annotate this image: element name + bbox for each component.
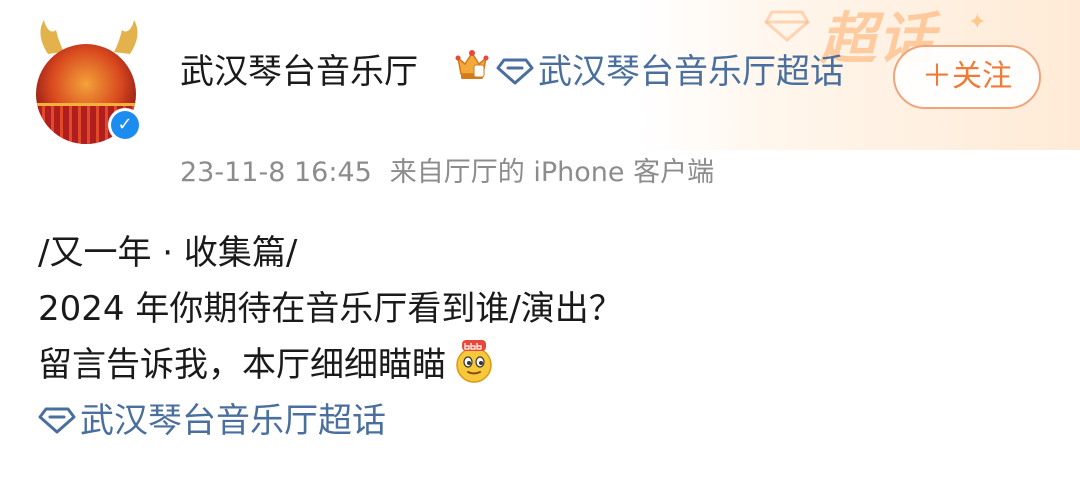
content-text: 留言告诉我，本厅细细瞄瞄 (38, 345, 446, 385)
supertopic-diamond-icon (496, 58, 534, 85)
content-line: /又一年 · 收集篇/ (38, 233, 298, 273)
weibo-post: 超话 ✦ ✓ 武汉琴台音乐厅 武汉琴台音乐厅超话 ＋关注 23-11-8 16:… (0, 0, 1080, 478)
supertopic-diamond-icon (38, 407, 76, 434)
sparkle-icon: ✦ (968, 10, 987, 35)
post-source[interactable]: 来自厅厅的 iPhone 客户端 (390, 157, 714, 188)
vip-crown-icon[interactable] (454, 48, 490, 82)
post-meta: 23-11-8 16:45 来自厅厅的 iPhone 客户端 (180, 150, 714, 189)
content-line: 2024 年你期待在音乐厅看到谁/演出？ (38, 289, 623, 329)
footer-supertopic-link[interactable]: 武汉琴台音乐厅超话 (38, 393, 1038, 449)
follow-button[interactable]: ＋关注 (893, 45, 1041, 109)
post-content: /又一年 · 收集篇/ 2024 年你期待在音乐厅看到谁/演出？ 留言告诉我，本… (38, 225, 1038, 449)
author-name[interactable]: 武汉琴台音乐厅 (180, 44, 418, 93)
post-time: 23-11-8 16:45 (180, 157, 372, 188)
supertopic-label: 武汉琴台音乐厅超话 (538, 52, 844, 92)
verified-badge: ✓ (108, 108, 142, 142)
footer-supertopic-label: 武汉琴台音乐厅超话 (80, 401, 386, 441)
content-line-with-emoji: 留言告诉我，本厅细细瞄瞄 (38, 337, 1038, 393)
banner-diamond-icon (764, 10, 810, 42)
666-emoji-icon (456, 340, 492, 383)
supertopic-link[interactable]: 武汉琴台音乐厅超话 (496, 44, 856, 100)
verified-check-icon: ✓ (111, 111, 139, 139)
